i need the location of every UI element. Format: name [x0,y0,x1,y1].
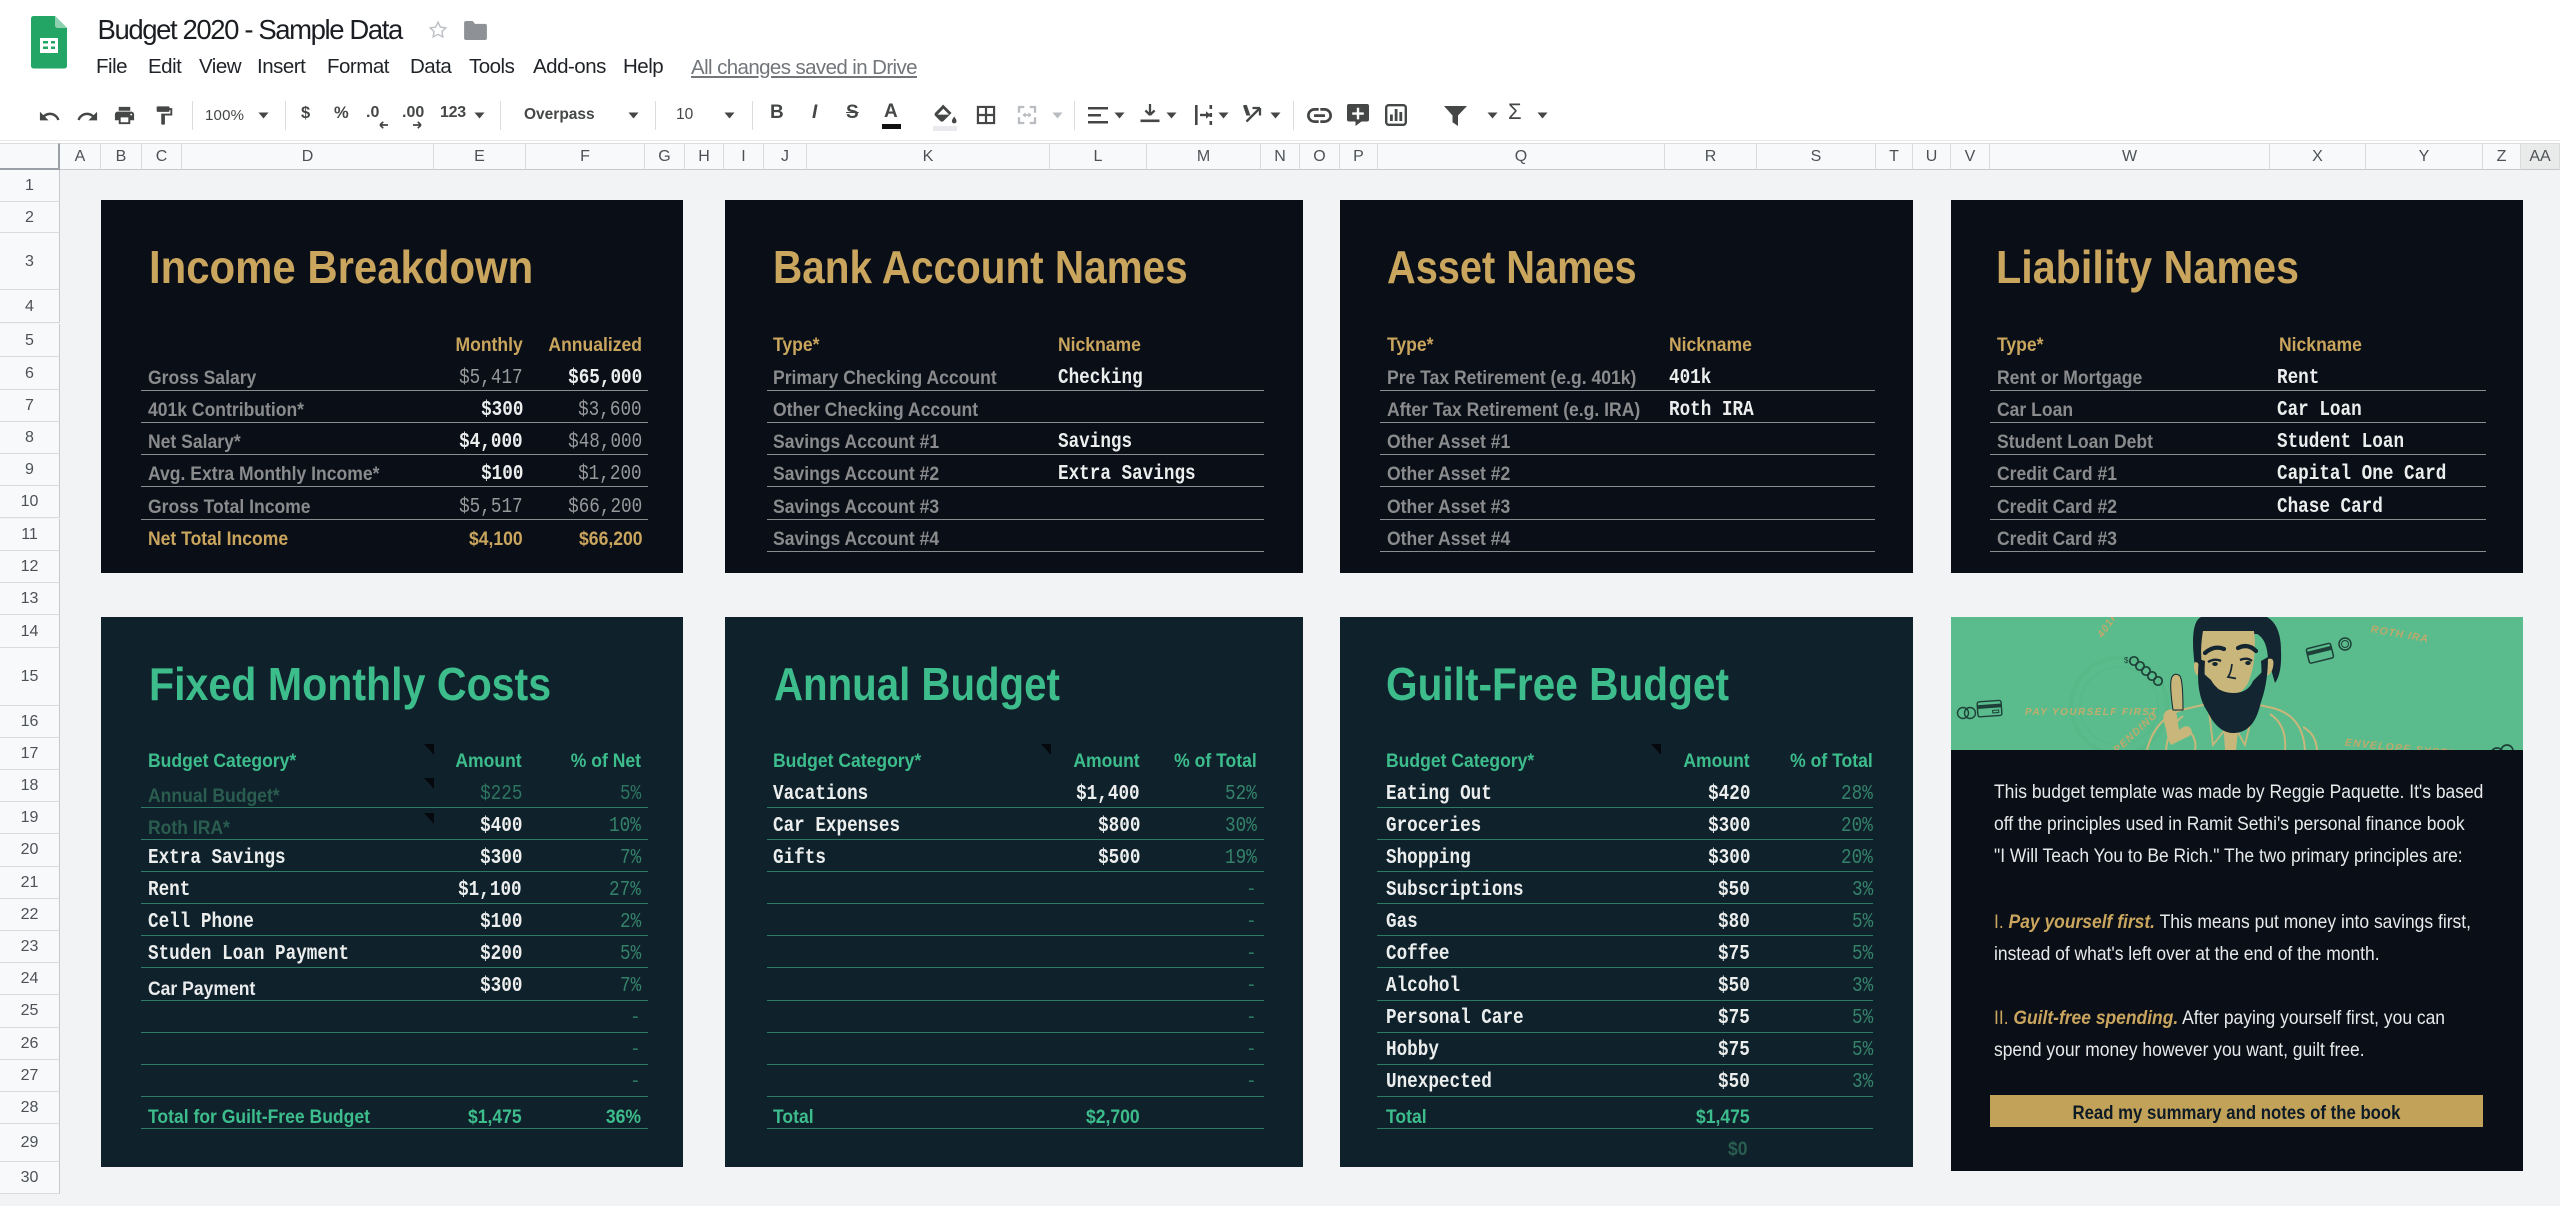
svg-text:PAY YOURSELF FIRST: PAY YOURSELF FIRST [2025,707,2158,718]
svg-text:$: $ [2124,656,2129,665]
